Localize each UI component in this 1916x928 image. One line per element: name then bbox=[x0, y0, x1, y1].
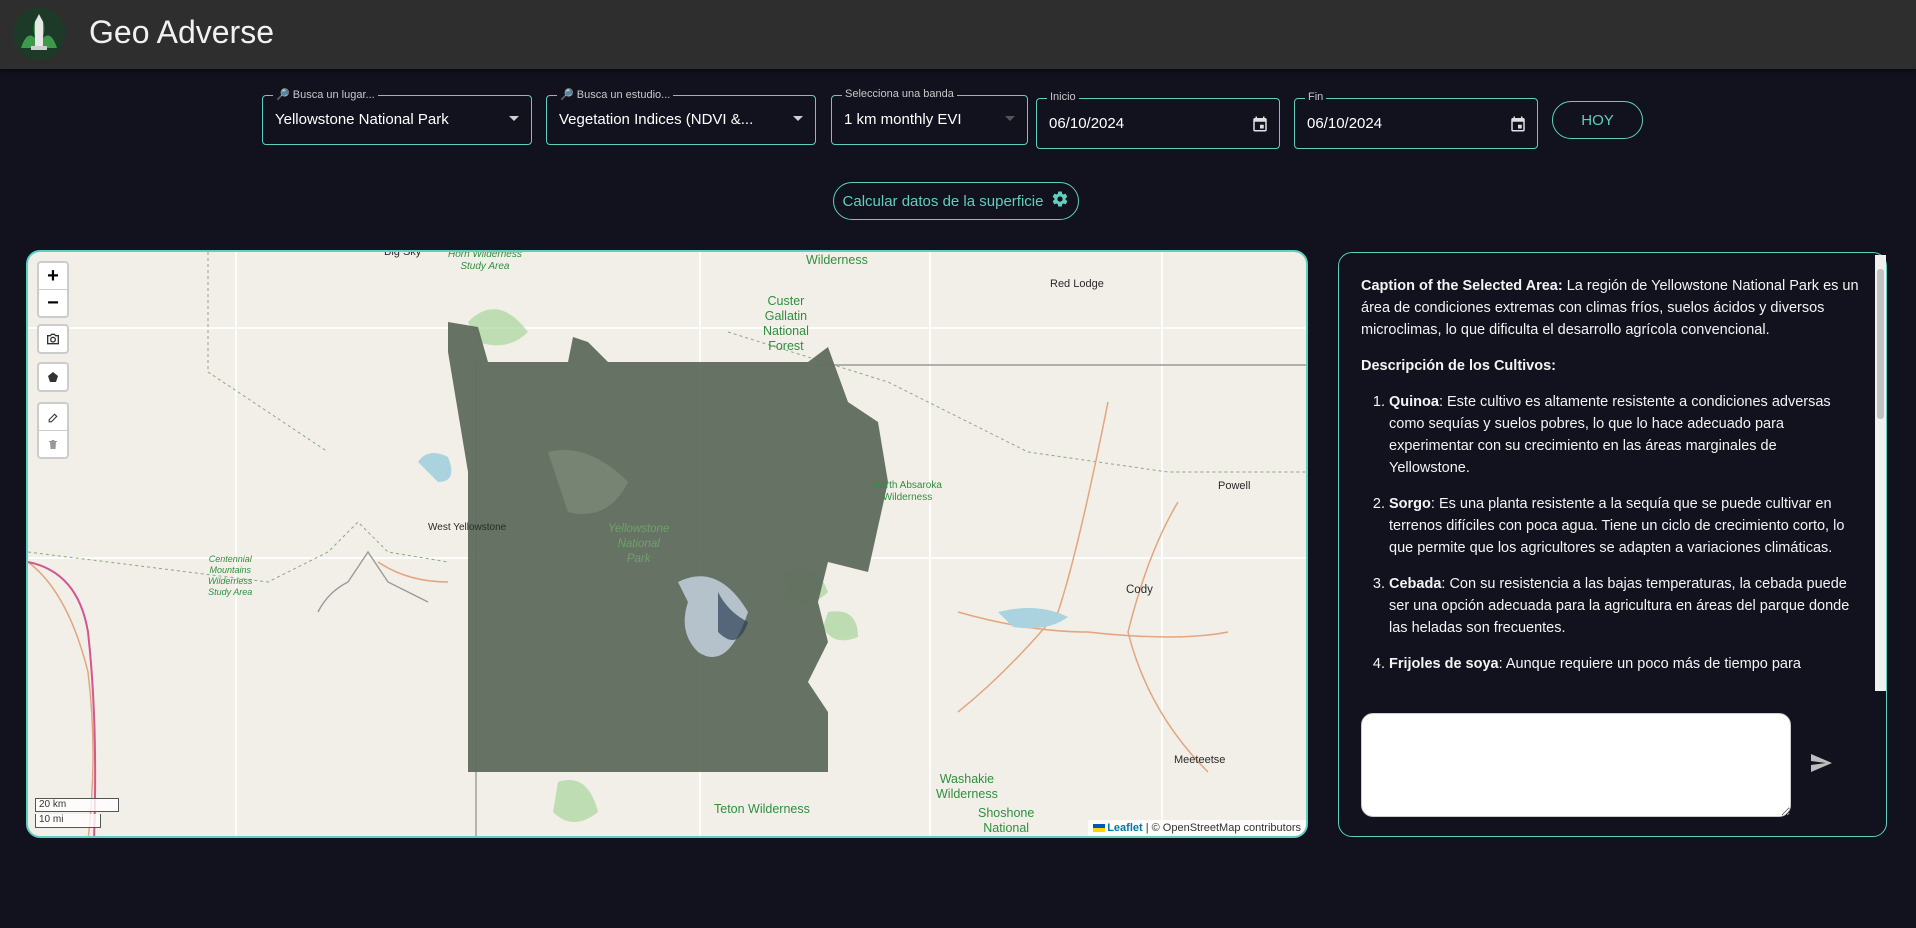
caption-intro: Caption of the Selected Area: La región … bbox=[1361, 275, 1861, 341]
start-date-field[interactable]: Inicio 06/10/2024 bbox=[1036, 91, 1280, 149]
list-item: Cebada: Con su resistencia a las bajas t… bbox=[1389, 573, 1861, 639]
osm-attribution: | © OpenStreetMap contributors bbox=[1142, 822, 1301, 834]
screenshot-control bbox=[37, 324, 69, 354]
scale-metric: 20 km bbox=[35, 798, 119, 812]
app-logo bbox=[13, 8, 65, 60]
app-title: Geo Adverse bbox=[89, 14, 274, 50]
ukraine-flag-icon bbox=[1093, 824, 1106, 833]
study-select[interactable]: 🔎 Busca un estudio... Vegetation Indices… bbox=[546, 88, 816, 145]
calendar-icon[interactable] bbox=[1509, 115, 1527, 138]
chevron-down-icon[interactable] bbox=[1005, 116, 1015, 121]
caption-panel: Caption of the Selected Area: La región … bbox=[1338, 252, 1887, 837]
map-label-shoshone: Shoshone National bbox=[978, 806, 1035, 835]
list-item: Frijoles de soya: Aunque requiere un poc… bbox=[1389, 653, 1861, 675]
map-label-west-yellowstone: West Yellowstone bbox=[428, 522, 507, 533]
place-select[interactable]: 🔎 Busca un lugar... Yellowstone National… bbox=[262, 88, 532, 145]
chat-input[interactable] bbox=[1361, 713, 1791, 817]
map-label-washakie: Washakie Wilderness bbox=[936, 772, 998, 801]
calendar-icon[interactable] bbox=[1251, 115, 1269, 138]
map-label-north-absaroka: North Absaroka Wilderness bbox=[873, 480, 942, 503]
calculate-surface-button[interactable]: Calcular datos de la superficie bbox=[833, 182, 1079, 220]
place-select-label: 🔎 Busca un lugar... bbox=[273, 88, 378, 101]
zoom-out-button[interactable]: − bbox=[39, 290, 67, 316]
today-button[interactable]: HOY bbox=[1552, 101, 1643, 139]
start-date-label: Inicio bbox=[1047, 91, 1079, 103]
draw-polygon-control bbox=[37, 362, 69, 392]
end-date-value: 06/10/2024 bbox=[1307, 115, 1383, 132]
edit-icon[interactable] bbox=[39, 404, 67, 431]
edit-control bbox=[37, 402, 69, 459]
calculate-surface-label: Calcular datos de la superficie bbox=[842, 192, 1044, 210]
map-label-meeteetse: Meeteetse bbox=[1174, 754, 1226, 766]
polygon-icon[interactable] bbox=[39, 364, 67, 390]
camera-icon[interactable] bbox=[39, 326, 67, 352]
map-label-custer-gallatin: Custer Gallatin National Forest bbox=[763, 294, 809, 353]
leaflet-link[interactable]: Leaflet bbox=[1107, 822, 1142, 834]
crops-list: Quinoa: Este cultivo es altamente resist… bbox=[1361, 391, 1861, 675]
chevron-down-icon[interactable] bbox=[793, 116, 803, 121]
end-date-label: Fin bbox=[1305, 91, 1327, 103]
settings-gear-icon bbox=[1051, 190, 1069, 212]
zoom-in-button[interactable]: + bbox=[39, 263, 67, 290]
study-select-value: Vegetation Indices (NDVI &... bbox=[559, 111, 754, 128]
map-label-powell: Powell bbox=[1218, 480, 1251, 492]
chevron-down-icon[interactable] bbox=[509, 116, 519, 121]
zoom-control: + − bbox=[37, 261, 69, 318]
map-label-centennial: Centennial Mountains Wilderness Study Ar… bbox=[208, 554, 253, 597]
place-select-value: Yellowstone National Park bbox=[275, 111, 449, 128]
crops-heading: Descripción de los Cultivos: bbox=[1361, 358, 1556, 374]
end-date-field[interactable]: Fin 06/10/2024 bbox=[1294, 91, 1538, 149]
send-icon[interactable] bbox=[1809, 751, 1833, 780]
start-date-value: 06/10/2024 bbox=[1049, 115, 1125, 132]
app-bar: Geo Adverse bbox=[0, 0, 1916, 69]
map-view[interactable]: Big Sky Red Lodge Powell Cody Meeteetse … bbox=[26, 250, 1308, 838]
caption-intro-title: Caption of the Selected Area: bbox=[1361, 278, 1563, 294]
band-select[interactable]: Selecciona una banda 1 km monthly EVI bbox=[831, 88, 1028, 145]
map-label-yellowstone-park: Yellowstone National Park bbox=[608, 523, 670, 565]
map-attribution: Leaflet | © OpenStreetMap contributors bbox=[1088, 820, 1306, 836]
band-select-value: 1 km monthly EVI bbox=[844, 111, 962, 128]
trash-icon[interactable] bbox=[39, 431, 67, 457]
list-item: Sorgo: Es una planta resistente a la seq… bbox=[1389, 493, 1861, 559]
caption-content: Caption of the Selected Area: La región … bbox=[1361, 275, 1861, 695]
map-label-cody: Cody bbox=[1126, 584, 1153, 596]
map-label-wilderness: Wilderness bbox=[806, 253, 868, 267]
study-select-label: 🔎 Busca un estudio... bbox=[557, 88, 674, 101]
map-label-big-sky: Big Sky bbox=[384, 250, 422, 258]
map-label-horn-wilderness: Horn Wilderness Study Area bbox=[448, 250, 522, 272]
caption-scrollbar[interactable] bbox=[1875, 255, 1886, 691]
band-select-label: Selecciona una banda bbox=[842, 88, 957, 100]
list-item: Quinoa: Este cultivo es altamente resist… bbox=[1389, 391, 1861, 479]
map-label-teton: Teton Wilderness bbox=[714, 802, 810, 816]
map-label-red-lodge: Red Lodge bbox=[1050, 278, 1104, 290]
scale-imperial: 10 mi bbox=[35, 814, 101, 828]
scrollbar-thumb[interactable] bbox=[1877, 269, 1884, 419]
